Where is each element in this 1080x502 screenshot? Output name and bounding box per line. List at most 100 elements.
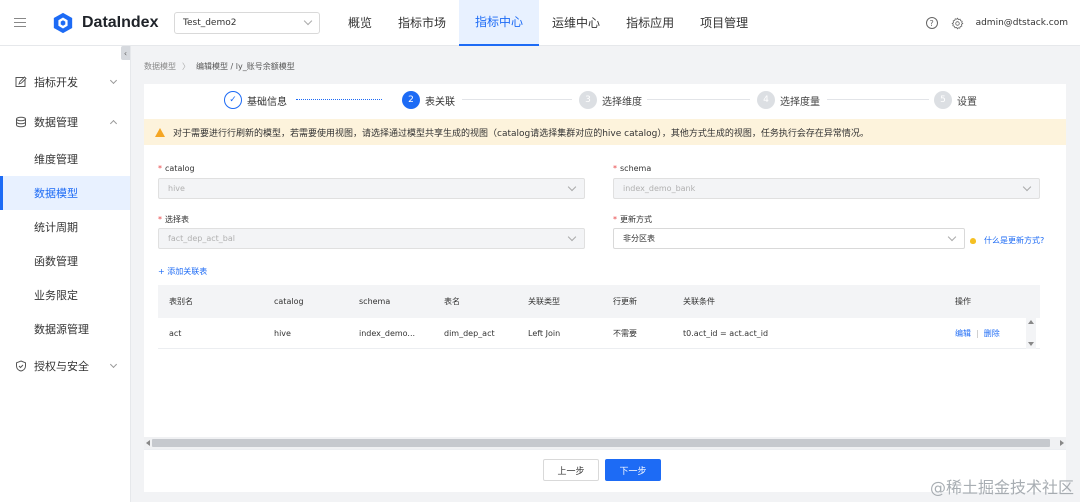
column-header: 操作 — [955, 297, 971, 306]
top-right-tools: ? admin@dtstack.com — [925, 0, 1068, 46]
step-check-icon: ✓ — [224, 91, 242, 109]
prev-step-button[interactable]: 上一步 — [543, 459, 599, 481]
horizontal-scrollbar[interactable] — [144, 437, 1066, 449]
cell-catalog: hive — [274, 328, 291, 338]
breadcrumb-separator: 〉 — [182, 62, 190, 71]
step-settings[interactable]: 5 设置 — [934, 91, 977, 109]
sidebar-group-label: 授权与安全 — [34, 360, 89, 373]
column-header: catalog — [274, 297, 304, 306]
edit-button[interactable]: 编辑 — [955, 329, 971, 338]
action-separator: | — [976, 328, 979, 338]
sidebar-item-dimension-mgmt[interactable]: 维度管理 — [0, 142, 130, 176]
update-method-select[interactable]: 非分区表 — [613, 228, 965, 249]
menu-toggle-icon[interactable] — [0, 0, 40, 46]
update-method-help-link[interactable]: 什么是更新方式? — [970, 235, 1044, 246]
schema-select-value: index_demo_bank — [623, 184, 696, 193]
chevron-down-icon — [109, 76, 118, 85]
nav-metric-center[interactable]: 指标中心 — [459, 0, 540, 46]
delete-button[interactable]: 删除 — [984, 329, 1000, 338]
chevron-down-icon — [567, 232, 577, 242]
step-select-dimension[interactable]: 3 选择维度 — [579, 91, 642, 109]
cell-table: dim_dep_act — [444, 328, 495, 338]
step-number: 4 — [757, 91, 775, 109]
step-connector — [647, 99, 750, 100]
step-number: 3 — [579, 91, 597, 109]
required-mark: * — [158, 215, 162, 224]
sidebar-group-label: 数据管理 — [34, 116, 78, 129]
step-bar: ✓ 基础信息 2 表关联 3 选择维度 4 选择度量 5 设置 — [144, 84, 1066, 118]
project-select[interactable]: Test_demo2 — [174, 11, 320, 34]
database-icon — [16, 116, 26, 128]
step-label: 基础信息 — [247, 96, 287, 108]
nav-metric-market[interactable]: 指标市场 — [385, 0, 459, 46]
catalog-select-value: hive — [168, 184, 185, 193]
column-header: 行更新 — [613, 297, 637, 306]
chevron-down-icon — [303, 16, 313, 26]
cell-schema: index_demo... — [359, 328, 416, 338]
lightbulb-icon — [970, 237, 976, 244]
sidebar-item-function-mgmt[interactable]: 函数管理 — [0, 244, 130, 278]
chevron-down-icon — [109, 360, 118, 369]
column-header: 关联条件 — [683, 297, 715, 306]
next-step-button[interactable]: 下一步 — [605, 459, 661, 481]
nav-overview[interactable]: 概览 — [335, 0, 385, 46]
sidebar-item-business-limit[interactable]: 业务限定 — [0, 278, 130, 312]
sidebar-group-data-mgmt[interactable]: 数据管理 — [0, 102, 130, 142]
user-account[interactable]: admin@dtstack.com — [976, 18, 1068, 28]
required-mark: * — [613, 215, 617, 224]
table-select[interactable]: fact_dep_act_bal — [158, 228, 585, 249]
scroll-right-icon[interactable] — [1060, 440, 1064, 446]
logo-icon — [53, 12, 73, 33]
column-header: 关联类型 — [528, 297, 560, 306]
scroll-down-icon[interactable] — [1028, 342, 1034, 346]
shield-icon — [16, 360, 26, 372]
nav-project-mgmt[interactable]: 项目管理 — [687, 0, 761, 46]
warning-banner: 对于需要进行行刷新的模型，若需要使用视图，请选择通过模型共享生成的视图（cata… — [144, 119, 1066, 145]
app-name: DataIndex — [82, 13, 159, 31]
sidebar-item-data-model[interactable]: 数据模型 — [0, 176, 130, 210]
cell-alias: act — [169, 328, 182, 338]
sidebar-group-metric-dev[interactable]: 指标开发 — [0, 62, 130, 102]
step-table-relation[interactable]: 2 表关联 — [402, 91, 455, 109]
cell-condition: t0.act_id = act.act_id — [683, 328, 769, 338]
scrollbar-thumb[interactable] — [152, 439, 1050, 447]
sidebar-item-datasource-mgmt[interactable]: 数据源管理 — [0, 312, 130, 346]
chevron-down-icon — [1022, 182, 1032, 192]
table-vertical-scrollbar[interactable] — [1026, 317, 1036, 349]
gear-icon[interactable] — [951, 17, 964, 30]
chevron-up-icon — [109, 119, 118, 128]
step-label: 设置 — [957, 96, 977, 108]
add-relation-table-link[interactable]: + 添加关联表 — [158, 266, 207, 277]
top-bar: DataIndex Test_demo2 概览 指标市场 指标中心 运维中心 指… — [0, 0, 1080, 46]
table-select-label: * 选择表 — [158, 215, 189, 224]
warning-icon — [155, 127, 165, 137]
edit-icon — [15, 76, 27, 87]
step-connector — [462, 99, 572, 100]
update-method-hint: 什么是更新方式? — [984, 236, 1045, 245]
sidebar: 指标开发 数据管理 维度管理 数据模型 统计周期 函数管理 业务限定 数据源管理… — [0, 46, 131, 502]
table-select-value: fact_dep_act_bal — [168, 234, 235, 243]
column-header: schema — [359, 297, 391, 306]
sidebar-group-auth-security[interactable]: 授权与安全 — [0, 346, 130, 386]
scroll-up-icon[interactable] — [1028, 320, 1034, 324]
step-select-measure[interactable]: 4 选择度量 — [757, 91, 820, 109]
watermark: @稀土掘金技术社区 — [929, 478, 1074, 497]
logo[interactable]: DataIndex — [52, 12, 174, 34]
breadcrumb-root[interactable]: 数据模型 — [144, 61, 176, 72]
step-number: 2 — [402, 91, 420, 109]
sidebar-collapse-button[interactable]: ‹ — [121, 46, 130, 60]
table-header: 表别名 catalog schema 表名 关联类型 行更新 关联条件 操作 — [158, 285, 1040, 318]
project-select-value: Test_demo2 — [183, 17, 237, 28]
nav-ops-center[interactable]: 运维中心 — [539, 0, 613, 46]
step-basic-info[interactable]: ✓ 基础信息 — [224, 91, 287, 109]
step-label: 表关联 — [425, 96, 455, 108]
step-connector — [827, 99, 929, 100]
step-footer: 上一步 下一步 — [144, 449, 1066, 492]
scroll-left-icon[interactable] — [146, 440, 150, 446]
catalog-select[interactable]: hive — [158, 178, 585, 199]
sidebar-item-stat-period[interactable]: 统计周期 — [0, 210, 130, 244]
help-icon[interactable]: ? — [925, 17, 938, 29]
nav-metric-apps[interactable]: 指标应用 — [613, 0, 687, 46]
schema-select[interactable]: index_demo_bank — [613, 178, 1040, 199]
main-card: ✓ 基础信息 2 表关联 3 选择维度 4 选择度量 5 设置 对于需要进行行刷… — [144, 84, 1066, 492]
